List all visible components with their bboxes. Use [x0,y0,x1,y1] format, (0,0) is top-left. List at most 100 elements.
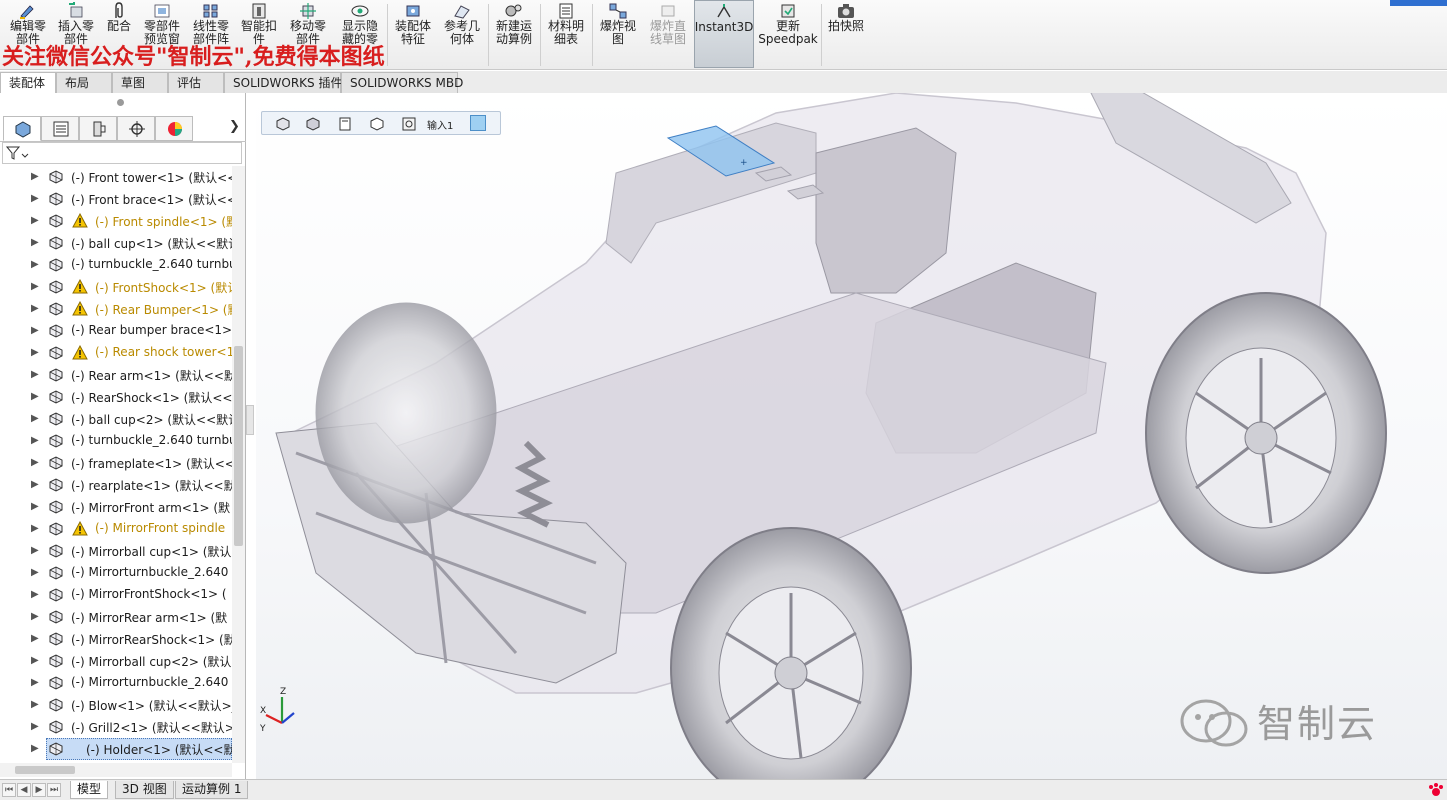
tree-item[interactable]: ▶ (-) Mirrorball cup<1> (默认 [0,540,232,562]
tree-item[interactable]: ▶ (-) Front brace<1> (默认<< [0,188,232,210]
expand-chevron-icon[interactable]: ▶ [31,281,39,292]
previous-view-icon[interactable] [791,93,809,94]
car-assembly-model[interactable]: + [256,93,1447,779]
expand-chevron-icon[interactable]: ▶ [31,215,39,226]
expand-chevron-icon[interactable]: ▶ [31,369,39,380]
last-tab-arrow[interactable]: ⏭ [47,783,61,797]
tree-item[interactable]: ▶ (-) MirrorRearShock<1> (默 [0,628,232,650]
dynamic-annotation-icon[interactable] [839,93,857,94]
tab-feature-manager[interactable] [3,116,41,141]
expand-chevron-icon[interactable]: ▶ [31,435,39,446]
face-breadcrumb-item[interactable] [470,115,486,131]
reference-geometry-button[interactable]: 参考几 何体 [438,0,486,68]
instant3d-button[interactable]: Instant3D [694,0,754,68]
snapshot-button[interactable]: 拍快照 [823,0,869,68]
expand-chevron-icon[interactable]: ▶ [31,567,39,578]
tab-model[interactable]: 模型 [70,781,109,799]
tree-item[interactable]: ▶ (-) Grill2<1> (默认<<默认>_ [0,716,232,738]
tab-sketch[interactable]: 草图 [112,72,168,93]
graphics-area[interactable]: + 输入1 Z X Y 智制云 [256,93,1447,779]
tab-solidworks-mbd[interactable]: SOLIDWORKS MBD [341,72,463,93]
tree-horizontal-scrollbar[interactable] [0,763,232,777]
expand-chevron-icon[interactable]: ▶ [31,325,39,336]
expand-chevron-icon[interactable]: ▶ [31,237,39,248]
assembly-breadcrumb-icon[interactable] [274,115,292,133]
tree-item[interactable]: ▶ (-) turnbuckle_2.640 turnbuc [0,254,232,276]
tree-item[interactable]: ▶ (-) Rear arm<1> (默认<<默 [0,364,232,386]
tree-item[interactable]: ▶ (-) frameplate<1> (默认<<默 [0,452,232,474]
tab-dimxpert-manager[interactable] [117,116,155,141]
explode-line-sketch-button[interactable]: 爆炸直 线草图 [643,0,693,68]
component-breadcrumb-icon[interactable] [336,115,354,133]
expand-chevron-icon[interactable]: ▶ [31,699,39,710]
new-motion-study-button[interactable]: 新建运 动算例 [490,0,538,68]
tab-motion-study-1[interactable]: 运动算例 1 [175,781,249,799]
first-tab-arrow[interactable]: ⏮ [2,783,16,797]
expand-chevron-icon[interactable]: ▶ [31,501,39,512]
expand-chevron-icon[interactable]: ▶ [31,259,39,270]
tree-item[interactable]: ▶ (-) Mirrorball cup<2> (默认 [0,650,232,672]
tree-item[interactable]: ▶ (-) MirrorFront arm<1> (默 [0,496,232,518]
chevron-right-icon[interactable]: ❯ [229,119,240,134]
tree-item[interactable]: ▶ (-) ball cup<1> (默认<<默认 [0,232,232,254]
expand-chevron-icon[interactable]: ▶ [31,171,39,182]
tree-item[interactable]: ▶ (-) Rear bumper brace<1> [0,320,232,342]
expand-chevron-icon[interactable]: ▶ [31,193,39,204]
tree-vertical-scrollbar[interactable] [232,166,245,763]
expand-chevron-icon[interactable]: ▶ [31,347,39,358]
section-view-icon[interactable] [815,93,833,94]
zoom-to-area-icon[interactable] [767,93,785,94]
tree-item[interactable]: ▶ (-) MirrorRear arm<1> (默 [0,606,232,628]
expand-chevron-icon[interactable]: ▶ [31,677,39,688]
expand-chevron-icon[interactable]: ▶ [31,743,39,754]
edit-appearance-icon[interactable] [959,93,977,94]
tree-item[interactable]: ▶ (-) MirrorFrontShock<1> ( [0,584,232,606]
pane-grip-handle[interactable] [117,99,124,106]
tree-item[interactable]: ▶ (-) FrontShock<1> (默认 [0,276,232,298]
paw-icon[interactable] [1427,781,1445,799]
pane-splitter[interactable] [246,405,254,435]
tab-evaluate[interactable]: 评估 [168,72,224,93]
scrollbar-thumb[interactable] [234,346,243,546]
previous-tab-arrow[interactable]: ◀ [17,783,31,797]
part-breadcrumb-icon[interactable] [304,115,322,133]
expand-chevron-icon[interactable]: ▶ [31,611,39,622]
tab-solidworks-addins[interactable]: SOLIDWORKS 插件 [224,72,342,93]
body-breadcrumb-icon[interactable] [368,115,386,133]
next-tab-arrow[interactable]: ▶ [32,783,46,797]
expand-chevron-icon[interactable]: ▶ [31,479,39,490]
expand-chevron-icon[interactable]: ▶ [31,523,39,534]
tree-item[interactable]: ▶ (-) MirrorFront spindle [0,518,232,540]
tree-item[interactable]: ▶ (-) Mirrorturnbuckle_2.640 t [0,562,232,584]
bill-of-materials-button[interactable]: 材料明 细表 [542,0,590,68]
tree-item[interactable]: ▶ (-) Rear shock tower<1 [0,342,232,364]
assembly-feature-button[interactable]: 装配体 特征 [389,0,437,68]
tree-item[interactable]: ▶ (-) Rear Bumper<1> (默 [0,298,232,320]
tab-property-manager[interactable] [41,116,79,141]
hide-show-items-icon[interactable] [927,93,945,94]
tree-item[interactable]: ▶ (-) RearShock<1> (默认<<默 [0,386,232,408]
expand-chevron-icon[interactable]: ▶ [31,589,39,600]
tree-item[interactable]: ▶ (-) Blow<1> (默认<<默认>_ [0,694,232,716]
expand-chevron-icon[interactable]: ▶ [31,655,39,666]
tree-item[interactable]: ▶ (-) turnbuckle_2.640 turnbu [0,430,232,452]
tree-item[interactable]: ▶ (-) Front spindle<1> (默 [0,210,232,232]
tab-configuration-manager[interactable] [79,116,117,141]
tree-item[interactable]: ▶ (-) Holder<1> (默认<<默认> [31,738,232,760]
tab-3d-view[interactable]: 3D 视图 [115,781,174,799]
expand-chevron-icon[interactable]: ▶ [31,545,39,556]
tree-item[interactable]: ▶ (-) rearplate<1> (默认<<默 [0,474,232,496]
tree-item[interactable]: ▶ (-) Mirrorturnbuckle_2.640 t [0,672,232,694]
expand-chevron-icon[interactable]: ▶ [31,457,39,468]
update-speedpak-button[interactable]: 更新 Speedpak [757,0,819,68]
view-orientation-icon[interactable] [863,93,881,94]
expand-chevron-icon[interactable]: ▶ [31,633,39,644]
expand-chevron-icon[interactable]: ▶ [31,413,39,424]
apply-scene-icon[interactable] [983,93,1001,94]
expand-chevron-icon[interactable]: ▶ [31,303,39,314]
feature-breadcrumb-icon[interactable] [400,115,418,133]
feature-tree-filter[interactable] [2,142,242,164]
tree-item[interactable]: ▶ (-) ball cup<2> (默认<<默认 [0,408,232,430]
tree-item[interactable]: ▶ (-) Front tower<1> (默认<< [0,166,232,188]
tab-assembly[interactable]: 装配体 [0,72,56,93]
